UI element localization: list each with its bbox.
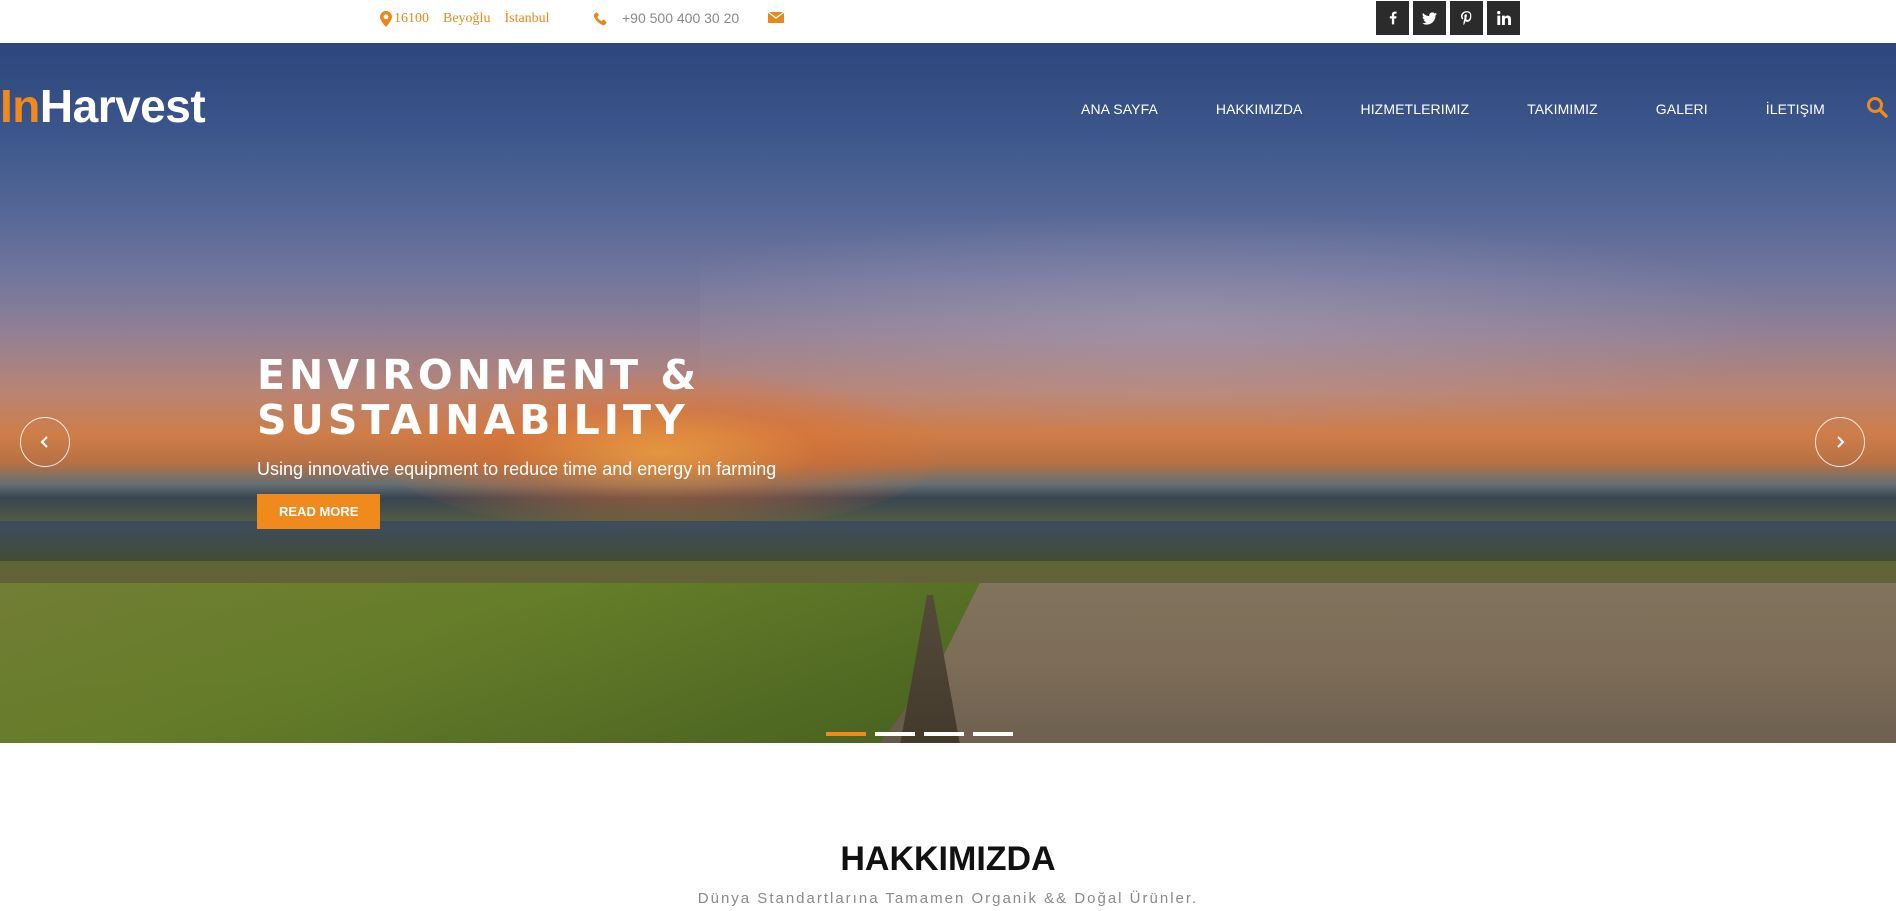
nav-services[interactable]: HIZMETLERIMIZ (1360, 101, 1469, 117)
slider-indicators (826, 732, 1013, 736)
slider-dot-2[interactable] (875, 732, 915, 736)
site-logo[interactable]: InHarvest (0, 79, 206, 133)
facebook-icon[interactable] (1376, 1, 1409, 35)
search-icon[interactable] (1866, 96, 1888, 118)
chevron-right-icon (1837, 436, 1845, 448)
address: 16100 Beyoğlu İstanbul (380, 11, 564, 27)
top-bar: 16100 Beyoğlu İstanbul +90 500 400 30 20 (0, 0, 1896, 43)
address-district: Beyoğlu (443, 11, 491, 26)
address-city: İstanbul (504, 11, 550, 26)
slider-dot-4[interactable] (973, 732, 1013, 736)
nav-about[interactable]: HAKKIMIZDA (1216, 101, 1303, 117)
about-subtitle: Dünya Standartlarına Tamamen Organik && … (697, 890, 1199, 907)
slide-title-line-2: SUSTAINABILITY (257, 396, 689, 444)
logo-accent: In (0, 80, 40, 132)
slide-caption: ENVIRONMENT & SUSTAINABILITY Using innov… (257, 353, 857, 529)
nav-contact[interactable]: İLETIŞIM (1766, 101, 1825, 117)
pinterest-icon[interactable] (1450, 1, 1483, 35)
phone-number: +90 500 400 30 20 (622, 10, 740, 26)
linkedin-icon[interactable] (1487, 1, 1520, 35)
main-nav: ANA SAYFA HAKKIMIZDA HIZMETLERIMIZ TAKIM… (1081, 101, 1883, 117)
nav-team[interactable]: TAKIMIMIZ (1527, 101, 1598, 117)
slide-title: ENVIRONMENT & SUSTAINABILITY (257, 353, 857, 443)
twitter-icon[interactable] (1413, 1, 1446, 35)
logo-text: Harvest (39, 80, 206, 132)
about-title: HAKKIMIZDA (840, 840, 1056, 878)
slider-prev-button[interactable] (20, 417, 70, 467)
slider-dot-3[interactable] (924, 732, 964, 736)
slide-title-line-1: ENVIRONMENT & (257, 351, 701, 399)
nav-home[interactable]: ANA SAYFA (1081, 101, 1158, 117)
address-postcode: 16100 (394, 11, 429, 26)
slide-subtitle: Using innovative equipment to reduce tim… (257, 459, 777, 479)
slider-next-button[interactable] (1815, 417, 1865, 467)
social-links (1376, 1, 1520, 35)
nav-gallery[interactable]: GALERI (1656, 101, 1708, 117)
phone-contact[interactable]: +90 500 400 30 20 (593, 10, 739, 26)
slider-dot-1[interactable] (826, 732, 866, 736)
hero-slider: InHarvest ANA SAYFA HAKKIMIZDA HIZMETLER… (0, 43, 1896, 743)
read-more-button[interactable]: READ MORE (257, 494, 381, 529)
map-marker-icon (380, 11, 392, 27)
envelope-icon[interactable] (768, 11, 784, 24)
phone-icon (593, 11, 607, 25)
chevron-left-icon (40, 436, 48, 448)
